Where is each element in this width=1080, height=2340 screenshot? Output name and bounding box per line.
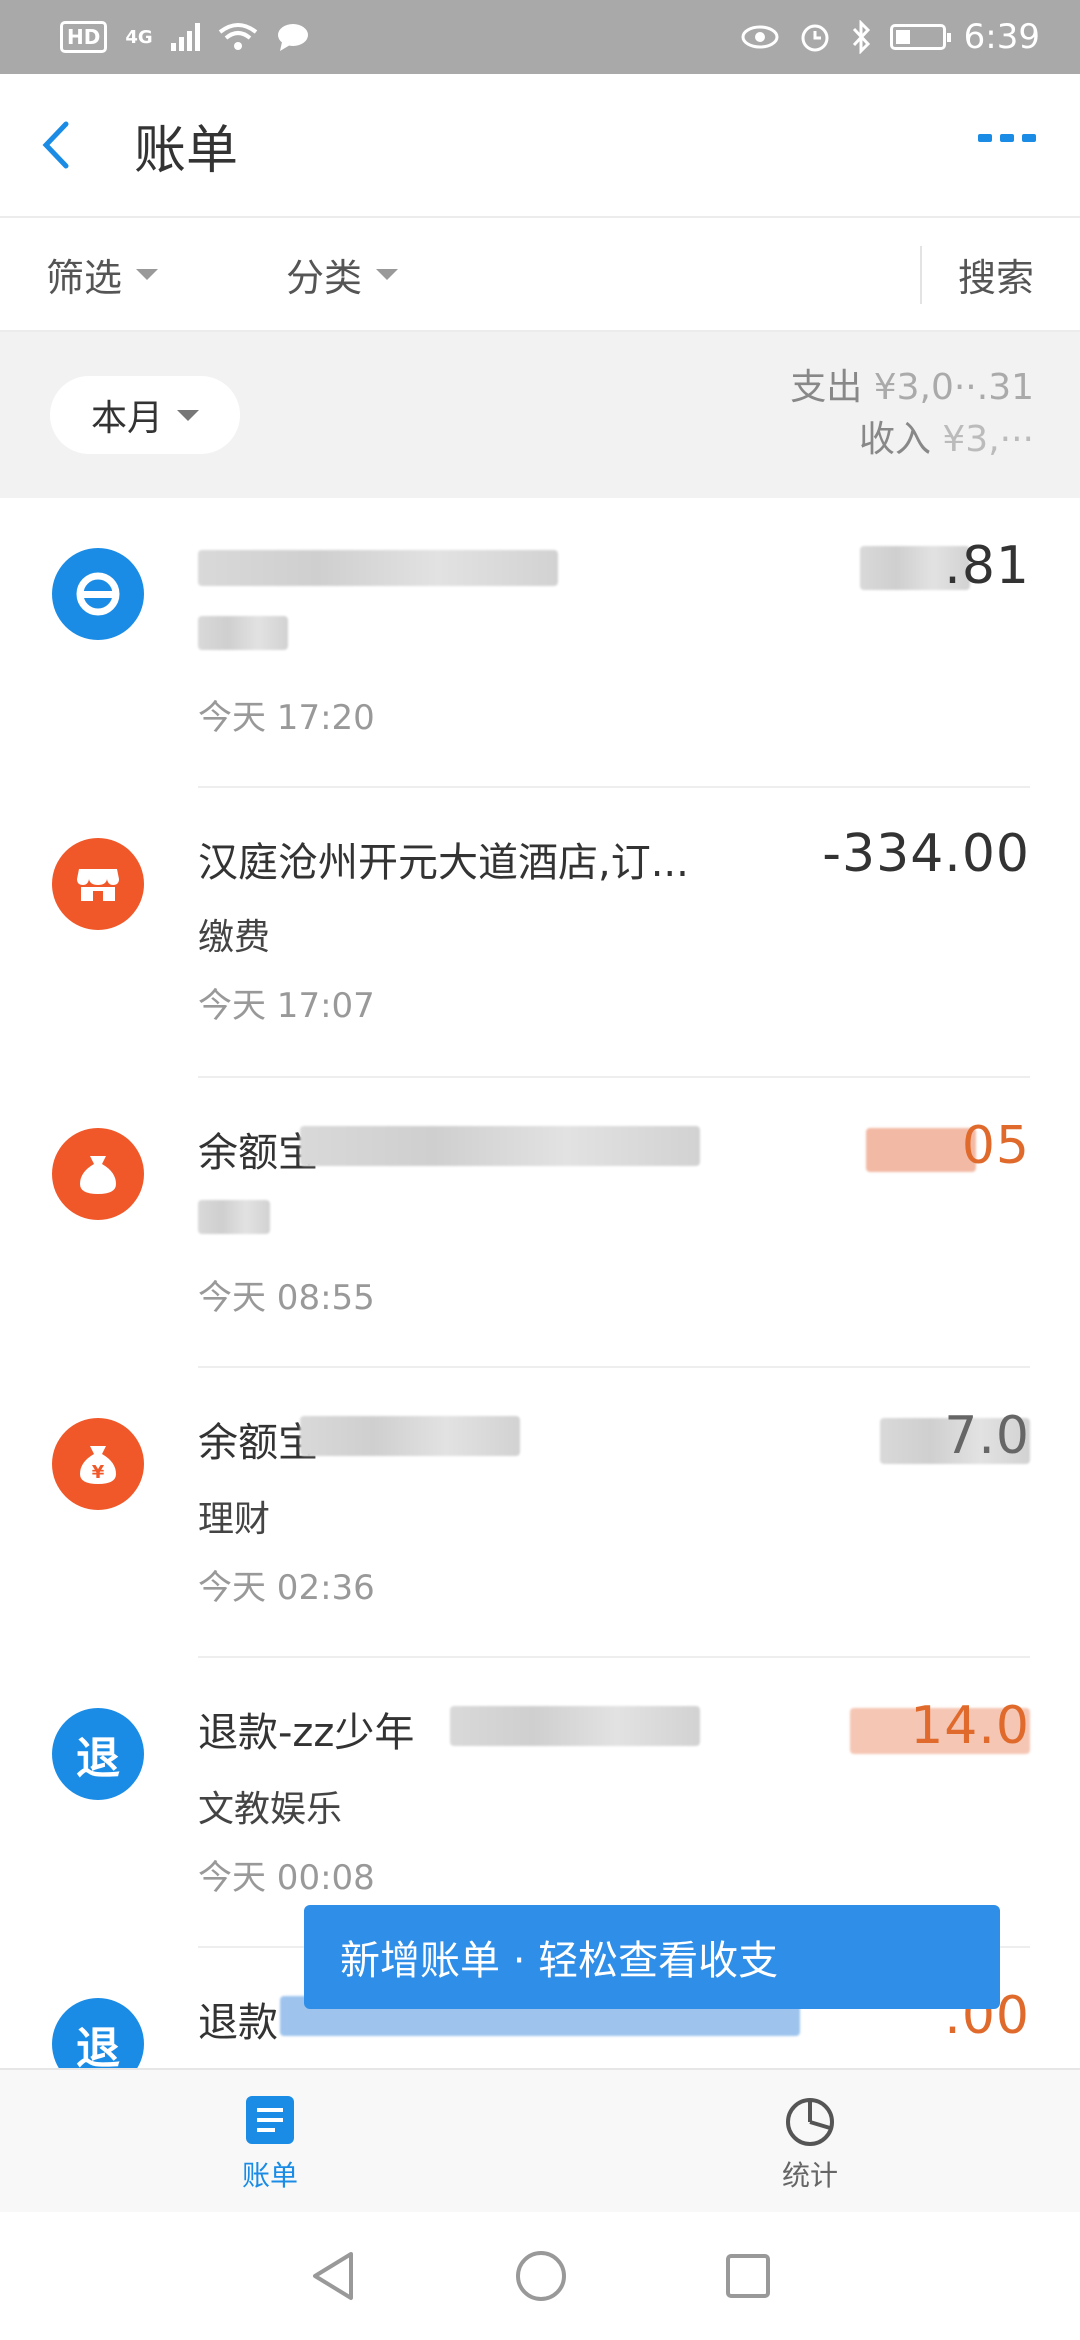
more-dot-icon xyxy=(978,134,992,142)
transaction-row[interactable]: ¥ 余额宝 理财 今天 02:36 7.0 xyxy=(0,1368,1080,1658)
month-label: 本月 xyxy=(90,398,163,439)
redacted-title xyxy=(198,550,558,586)
redacted-title xyxy=(300,1126,700,1166)
transaction-row[interactable]: 余额宝 今天 08:55 05 xyxy=(0,1078,1080,1368)
wifi-icon xyxy=(218,23,257,50)
banner-text: 新增账单 · 轻松查看收支 xyxy=(340,1938,779,1984)
caret-down-icon xyxy=(177,409,199,421)
transaction-amount: .81 xyxy=(944,536,1030,596)
month-summary: 本月 支出 ¥3,0··.31 收入 ¥3,··· xyxy=(0,332,1080,498)
home-circle-icon[interactable] xyxy=(513,2248,569,2304)
category-dropdown[interactable]: 分类 xyxy=(286,247,399,302)
category-label: 分类 xyxy=(286,255,363,300)
transaction-amount: -334.00 xyxy=(822,824,1030,884)
caret-down-icon xyxy=(136,268,159,280)
eye-icon xyxy=(741,25,779,49)
page-title: 账单 xyxy=(134,120,239,181)
app-header: 账单 xyxy=(0,74,1080,218)
more-dot-icon xyxy=(1000,134,1014,142)
redacted-title xyxy=(300,1416,520,1456)
hd-icon: HD xyxy=(60,21,108,53)
transaction-time: 今天 02:36 xyxy=(198,1568,375,1608)
caret-down-icon xyxy=(376,268,399,280)
signal-icon xyxy=(170,23,200,51)
clock: 6:39 xyxy=(963,17,1040,57)
redacted-title xyxy=(450,1706,700,1746)
tab-bill-label: 账单 xyxy=(241,2159,298,2192)
month-selector[interactable]: 本月 xyxy=(50,376,240,454)
message-icon xyxy=(277,24,308,51)
back-button[interactable] xyxy=(0,73,110,217)
transaction-category: 理财 xyxy=(198,1499,271,1540)
divider xyxy=(920,246,922,304)
e-icon xyxy=(52,548,144,640)
tab-stats-label: 统计 xyxy=(781,2159,838,2192)
transaction-time: 今天 00:08 xyxy=(198,1858,375,1898)
filter-dropdown[interactable]: 筛选 xyxy=(46,247,159,302)
back-triangle-icon[interactable] xyxy=(307,2248,359,2304)
transaction-title: 汉庭沧州开元大道酒店,订... xyxy=(198,840,689,886)
transaction-time: 今天 08:55 xyxy=(198,1278,375,1318)
income-label: 收入 xyxy=(858,419,931,460)
expense-value: ¥3,0··.31 xyxy=(873,367,1034,408)
yen-icon: ¥ xyxy=(92,1462,105,1483)
transaction-time: 今天 17:20 xyxy=(198,698,375,738)
battery-icon xyxy=(889,24,951,50)
filter-bar: 筛选 分类 搜索 xyxy=(0,218,1080,332)
income-value: ¥3,··· xyxy=(942,419,1034,460)
redacted-category xyxy=(198,616,288,650)
tab-bill[interactable]: 账单 xyxy=(190,2092,350,2194)
filter-label: 筛选 xyxy=(46,255,123,300)
pie-chart-icon xyxy=(786,2098,834,2146)
tab-bar: 账单 统计 xyxy=(0,2068,1080,2212)
money-bag-icon: ¥ xyxy=(52,1418,144,1510)
more-dot-icon xyxy=(1022,134,1036,142)
transaction-row[interactable]: 今天 17:20 .81 xyxy=(0,498,1080,788)
recents-square-icon[interactable] xyxy=(723,2251,773,2301)
bill-icon xyxy=(246,2096,294,2144)
money-bag-icon xyxy=(52,1128,144,1220)
shop-icon xyxy=(52,838,144,930)
more-button[interactable] xyxy=(978,134,1036,142)
search-button[interactable]: 搜索 xyxy=(958,247,1034,302)
redacted-category xyxy=(198,1200,270,1234)
transaction-list: 今天 17:20 .81 汉庭沧州开元大道酒店,订... 缴费 今天 17:07… xyxy=(0,498,1080,2068)
refund-icon: 退 xyxy=(52,1708,144,1800)
expense-label: 支出 xyxy=(790,367,863,408)
transaction-time: 今天 17:07 xyxy=(198,986,375,1026)
transaction-row[interactable]: 汉庭沧州开元大道酒店,订... 缴费 今天 17:07 -334.00 xyxy=(0,788,1080,1078)
transaction-amount: 14.0 xyxy=(910,1696,1030,1756)
transaction-amount: 05 xyxy=(961,1116,1030,1176)
bluetooth-icon xyxy=(852,20,870,54)
transaction-title: 退款-zz少年 xyxy=(198,1710,415,1756)
add-bill-banner[interactable]: 新增账单 · 轻松查看收支 xyxy=(304,1905,1000,2009)
transaction-title: 退款 xyxy=(198,2000,278,2046)
system-nav-bar xyxy=(0,2212,1080,2340)
redacted-amount xyxy=(866,1128,976,1172)
transaction-category: 缴费 xyxy=(198,917,271,958)
alarm-icon xyxy=(801,24,829,52)
transaction-category: 文教娱乐 xyxy=(198,1789,343,1830)
status-bar: HD 4G 6:39 xyxy=(0,0,1080,74)
chevron-left-icon xyxy=(42,121,69,169)
summary-totals: 支出 ¥3,0··.31 收入 ¥3,··· xyxy=(790,362,1034,466)
refund-icon: 退 xyxy=(52,1998,144,2068)
network-type: 4G xyxy=(125,26,153,48)
tab-stats[interactable]: 统计 xyxy=(730,2092,890,2194)
transaction-amount: 7.0 xyxy=(944,1406,1030,1466)
